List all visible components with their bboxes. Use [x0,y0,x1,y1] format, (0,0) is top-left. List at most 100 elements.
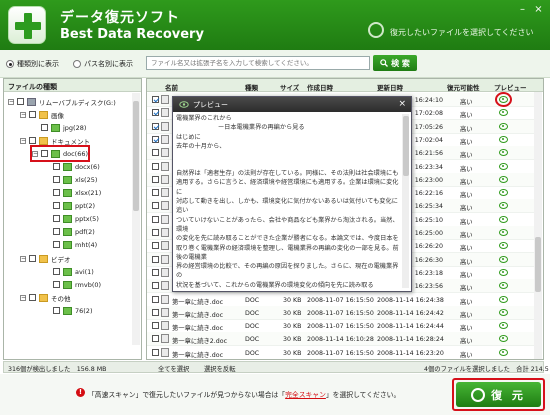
row-checkbox[interactable] [152,242,159,250]
tree-checkbox[interactable] [17,98,24,105]
tree-item[interactable]: jpg(28) [32,121,86,134]
expand-toggle[interactable]: − [32,150,38,157]
row-checkbox[interactable] [152,255,159,263]
col-created[interactable]: 作成日時 [307,82,333,92]
eye-icon[interactable] [499,122,508,130]
tree-item[interactable]: rmvb(0) [44,278,101,291]
table-row[interactable]: 第一章に続き2.doc DOC 30 KB 2008-11-14 16:10:2… [147,332,537,347]
eye-icon[interactable] [499,175,508,183]
tree-item[interactable]: − リムーバブルディスク(G:) [8,95,116,108]
row-checkbox[interactable] [152,335,159,343]
tree-item[interactable]: − doc(66) [29,145,91,162]
tree-checkbox[interactable] [29,255,36,262]
table-row[interactable]: 第一章に続き.doc DOC 30 KB 2008-11-07 16:15:50… [147,305,537,320]
minimize-button[interactable]: – [516,3,529,16]
row-checkbox[interactable] [152,175,159,183]
radio-by-type[interactable]: 種類別に表示 [6,59,59,69]
row-checkbox[interactable] [152,122,159,130]
tree-item[interactable]: xlsx(21) [44,186,101,199]
tree-item[interactable]: ppt(2) [44,199,95,212]
table-row[interactable]: 第一章に続き.doc DOC 30 KB 2008-11-07 16:15:50… [147,346,537,359]
close-button[interactable]: × [532,3,545,16]
expand-toggle[interactable]: − [20,137,26,144]
row-checkbox[interactable] [152,162,159,170]
eye-icon[interactable] [499,242,508,250]
tree-item[interactable]: pptx(5) [44,212,99,225]
tree-item[interactable]: − その他 [20,291,71,304]
row-checkbox[interactable] [152,295,159,303]
preview-scrollbar[interactable] [402,114,409,288]
eye-icon[interactable] [495,92,512,107]
radio-dot[interactable] [73,60,81,68]
tree-item[interactable]: avi(1) [44,265,94,278]
preview-close-button[interactable]: × [398,99,406,109]
tree-checkbox[interactable] [53,268,60,275]
row-checkbox[interactable] [152,268,159,276]
eye-icon[interactable] [499,109,508,117]
row-checkbox[interactable] [152,308,159,316]
tree-item[interactable]: xls(25) [44,173,97,186]
list-scrollbar[interactable] [534,92,542,359]
row-checkbox[interactable] [152,96,159,103]
tree-item[interactable]: pdf(2) [44,225,95,238]
tree-checkbox[interactable] [53,228,60,235]
col-type[interactable]: 種類 [245,82,258,92]
eye-icon[interactable] [499,308,508,316]
row-checkbox[interactable] [152,109,159,117]
table-row[interactable]: 第一章に続き.doc DOC 30 KB 2008-11-07 16:15:50… [147,319,537,334]
eye-icon[interactable] [499,322,508,330]
expand-toggle[interactable]: − [8,98,14,105]
row-checkbox[interactable] [152,229,159,236]
row-checkbox[interactable] [152,189,159,197]
tree-checkbox[interactable] [29,111,36,118]
eye-icon[interactable] [499,162,508,170]
eye-icon[interactable] [499,229,508,236]
col-status[interactable]: 復元可能性 [447,82,480,92]
tree-item[interactable]: − 画像 [20,108,64,121]
tree-checkbox[interactable] [29,137,36,144]
tree-checkbox[interactable] [41,124,48,131]
eye-icon[interactable] [499,149,508,157]
tree-checkbox[interactable] [53,215,60,222]
table-row[interactable]: 第一章に続き.doc DOC 30 KB 2008-11-07 16:15:50… [147,293,537,307]
recover-button[interactable]: 復 元 [456,382,541,407]
row-checkbox[interactable] [152,149,159,157]
tree-item[interactable]: mht(4) [44,238,97,251]
tree-item[interactable]: − ドキュメント [20,134,90,147]
tree-checkbox[interactable] [53,189,60,196]
select-all-link[interactable]: 全てを選択 [158,364,189,373]
row-checkbox[interactable] [152,322,159,330]
col-preview[interactable]: プレビュー [494,82,527,92]
expand-toggle[interactable]: − [20,294,26,301]
eye-icon[interactable] [499,255,508,263]
tree-checkbox[interactable] [53,202,60,209]
expand-toggle[interactable]: − [20,111,26,118]
col-size[interactable]: サイズ [280,82,299,92]
tree-checkbox[interactable] [29,294,36,301]
eye-icon[interactable] [499,215,508,223]
search-button[interactable]: 検 索 [373,55,417,71]
row-checkbox[interactable] [152,282,159,290]
eye-icon[interactable] [499,295,508,303]
expand-toggle[interactable]: − [20,255,26,262]
row-checkbox[interactable] [152,135,159,143]
invert-selection-link[interactable]: 選択を反転 [204,364,235,373]
tree-checkbox[interactable] [53,241,60,248]
eye-icon[interactable] [499,335,508,343]
tree-checkbox[interactable] [53,176,60,183]
eye-icon[interactable] [499,202,508,210]
eye-icon[interactable] [499,282,508,290]
tree-checkbox[interactable] [53,307,60,314]
full-scan-link[interactable]: 完全スキャン [285,391,326,399]
tree-item[interactable]: − ビデオ [20,252,71,265]
radio-by-path[interactable]: パス名別に表示 [73,59,133,69]
eye-icon[interactable] [499,189,508,197]
row-checkbox[interactable] [152,348,159,356]
tree-checkbox[interactable] [53,163,60,170]
eye-icon[interactable] [499,135,508,143]
tree-item[interactable]: docx(6) [44,160,100,173]
eye-icon[interactable] [499,348,508,356]
eye-icon[interactable] [499,268,508,276]
col-name[interactable]: 名前 [165,82,178,92]
tree-item[interactable]: 76(2) [44,304,92,317]
